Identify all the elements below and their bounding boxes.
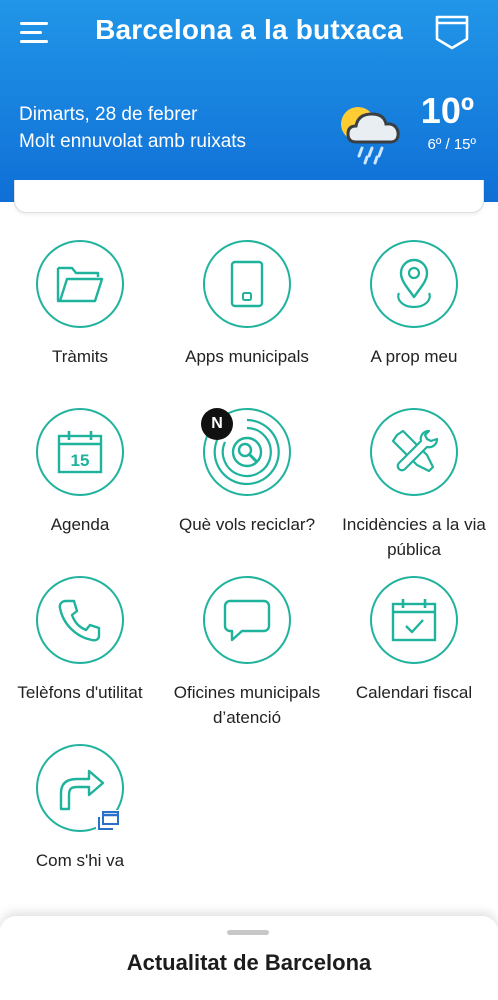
tile-apps-municipals[interactable]: Apps municipals — [164, 240, 330, 369]
tile-label: Com s'hi va — [35, 851, 125, 870]
current-temperature: 10º — [420, 90, 474, 131]
folder-icon — [36, 240, 124, 328]
app-header: Barcelona a la butxaca Dimarts, 28 de fe… — [0, 0, 498, 202]
svg-text:15: 15 — [71, 451, 90, 470]
tile-calendari-fiscal[interactable]: Calendari fiscal — [331, 576, 497, 705]
tile-que-vols-reciclar[interactable]: N Què vols reciclar? — [164, 408, 330, 537]
external-window-icon — [96, 810, 120, 832]
phone-icon — [36, 576, 124, 664]
tile-agenda[interactable]: 15 Agenda — [0, 408, 163, 537]
tile-label: Què vols reciclar? — [178, 515, 316, 534]
tile-com-shi-va[interactable]: Com s'hi va — [0, 744, 163, 873]
app-title: Barcelona a la butxaca — [95, 14, 403, 45]
weather-description: Molt ennuvolat amb ruixats — [19, 131, 247, 152]
tile-a-prop-meu[interactable]: A prop meu — [331, 240, 497, 369]
chat-bubble-icon — [203, 576, 291, 664]
pocket-icon[interactable] — [434, 14, 470, 50]
tile-label: A prop meu — [370, 347, 458, 366]
min-max-temperature: 6º / 15º — [427, 136, 477, 153]
new-badge: N — [201, 408, 233, 440]
turn-right-arrow-icon — [36, 744, 124, 832]
tile-tramits[interactable]: Tràmits — [0, 240, 163, 369]
tile-label: Telèfons d'utilitat — [17, 683, 143, 702]
sun-cloud-rain-icon — [336, 100, 410, 166]
calendar-check-icon — [370, 576, 458, 664]
calendar-15-icon: 15 — [36, 408, 124, 496]
tile-incidencies[interactable]: Incidències a la via pública — [331, 408, 497, 562]
tile-label: Tràmits — [51, 347, 109, 366]
location-pin-icon — [370, 240, 458, 328]
tile-label: Agenda — [50, 515, 110, 534]
tile-label: Oficines municipals d’atenció — [173, 683, 321, 727]
recycle-search-icon: N — [201, 408, 291, 496]
search-box[interactable] — [14, 180, 484, 213]
tile-label: Incidències a la via pública — [342, 515, 486, 559]
weather-date: Dimarts, 28 de febrer — [19, 104, 198, 125]
tile-telefons[interactable]: Telèfons d'utilitat — [0, 576, 163, 705]
drag-handle[interactable] — [227, 930, 269, 935]
bottom-sheet-title: Actualitat de Barcelona — [126, 950, 372, 975]
tile-label: Apps municipals — [185, 347, 309, 366]
tools-icon — [370, 408, 458, 496]
tile-label: Calendari fiscal — [355, 683, 473, 702]
smartphone-icon — [203, 240, 291, 328]
tile-oficines[interactable]: Oficines municipals d’atenció — [164, 576, 330, 730]
bottom-sheet[interactable]: Actualitat de Barcelona — [0, 916, 498, 1000]
